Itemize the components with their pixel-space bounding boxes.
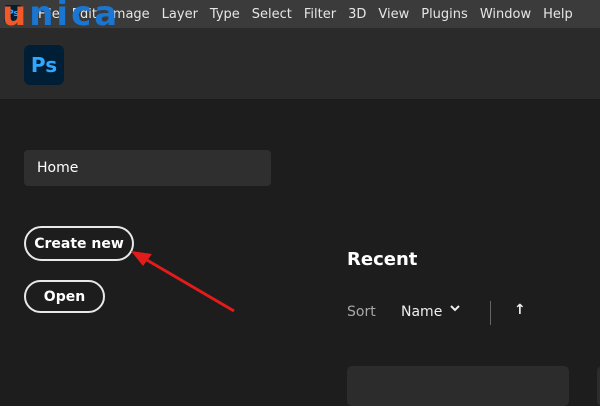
divider — [490, 301, 491, 325]
photoshop-logo: Ps — [24, 45, 64, 85]
menu-type[interactable]: Type — [210, 7, 240, 22]
create-new-button[interactable]: Create new — [24, 226, 134, 261]
menu-filter[interactable]: Filter — [304, 7, 336, 22]
menu-select[interactable]: Select — [252, 7, 292, 22]
menu-window[interactable]: Window — [480, 7, 531, 22]
open-button[interactable]: Open — [24, 280, 105, 313]
sidebar-item-home[interactable]: Home — [24, 150, 271, 186]
menu-help[interactable]: Help — [543, 7, 573, 22]
chevron-down-icon[interactable] — [449, 302, 461, 318]
menu-view[interactable]: View — [378, 7, 409, 22]
sort-direction-arrow-up-icon[interactable]: ↑ — [514, 302, 526, 318]
sort-dropdown[interactable]: Name — [401, 304, 442, 320]
menu-plugins[interactable]: Plugins — [421, 7, 468, 22]
recent-file-card[interactable] — [347, 366, 569, 406]
home-header: Ps — [0, 28, 600, 100]
menu-layer[interactable]: Layer — [162, 7, 198, 22]
recent-heading: Recent — [347, 249, 418, 270]
sort-label: Sort — [347, 304, 376, 320]
menu-3d[interactable]: 3D — [348, 7, 366, 22]
